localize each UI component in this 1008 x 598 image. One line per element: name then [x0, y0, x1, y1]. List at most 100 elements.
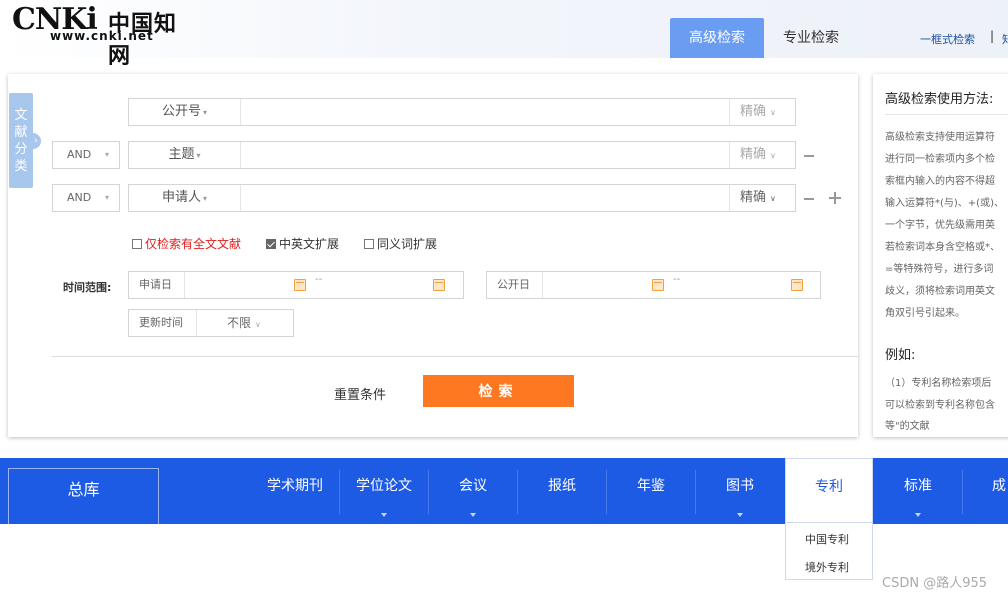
calendar-icon[interactable] [433, 279, 445, 291]
help-example-line: 等"的文献 [885, 421, 930, 432]
field-select-label: 主题 [168, 147, 195, 162]
pub-date-range[interactable]: 公开日 -- [486, 271, 821, 299]
checkbox-icon[interactable] [364, 239, 374, 249]
help-panel: 高级检索使用方法: 高级检索支持使用运算符 进行同一检索项内多个检 索框内输入的… [873, 74, 1008, 437]
nav-item-conferences[interactable]: 会议 [429, 458, 517, 524]
caret-down-icon [381, 513, 387, 517]
caret-down-icon: ▾ [104, 150, 109, 159]
update-time-value-wrap[interactable]: 不限 ∨ [227, 310, 261, 338]
field-select-label: 申请人 [161, 190, 201, 205]
nav-item-dissertations[interactable]: 学位论文 [340, 458, 428, 524]
remove-row-minus-icon[interactable] [804, 155, 814, 157]
help-line: 输入运算符*(与)、+(或)、 [885, 198, 1004, 209]
tab-advanced-search[interactable]: 高级检索 [670, 18, 764, 58]
option-cn-en-expand[interactable]: 中英文扩展 [266, 236, 339, 252]
literature-category-tab[interactable]: 文 献 分 类 › [9, 93, 41, 188]
precision-select-3[interactable]: 精确 ∨ [729, 185, 795, 211]
nav-total-library[interactable]: 总库 [8, 468, 159, 524]
help-line: 角双引号引起来。 [885, 308, 965, 319]
nav-label: 专利 [815, 479, 843, 495]
checkbox-checked-icon[interactable] [266, 239, 276, 249]
menu-item-foreign-patents[interactable]: 境外专利 [805, 559, 849, 575]
field-select-2[interactable]: 主题 ▾ [129, 142, 241, 168]
cnki-logo[interactable]: CNKi 中国知网 www.cnki.net [12, 2, 182, 69]
help-example-title: 例如: [885, 348, 916, 363]
help-line: 歧义，须将检索词用英文 [885, 286, 995, 297]
link-one-box-search[interactable]: 一框式检索 [920, 31, 975, 47]
search-button[interactable]: 检索 [423, 375, 574, 407]
logic-label: AND [67, 148, 92, 161]
precision-select-2[interactable]: 精确 ∨ [729, 142, 795, 168]
nav-item-standards[interactable]: 标准 [874, 458, 962, 524]
sidetab-char-1: 文 [14, 108, 28, 123]
database-nav: 总库 学术期刊 学位论文 会议 报纸 年鉴 图书 专利 标准 成 [0, 458, 1008, 524]
checkbox-icon[interactable] [132, 239, 142, 249]
chevron-down-icon: ∨ [770, 194, 776, 203]
sidetab-char-2: 献 [14, 125, 28, 140]
precision-select-1[interactable]: 精确 ∨ [729, 99, 795, 125]
update-time-select[interactable]: 更新时间 不限 ∨ [128, 309, 294, 337]
pub-date-label: 公开日 [487, 272, 543, 298]
header: CNKi 中国知网 www.cnki.net 高级检索 专业检索 一框式检索 |… [0, 0, 1008, 69]
chevron-down-icon: ∨ [770, 151, 776, 160]
logic-select-2[interactable]: AND ▾ [52, 141, 120, 169]
option-label: 仅检索有全文文献 [145, 237, 242, 251]
sidetab-char-3: 分 [14, 142, 28, 157]
calendar-icon[interactable] [294, 279, 306, 291]
help-title: 高级检索使用方法: [885, 92, 994, 107]
precision-label: 精确 [740, 190, 767, 205]
precision-label: 精确 [740, 104, 767, 119]
nav-item-journals[interactable]: 学术期刊 [251, 458, 339, 524]
option-fulltext-only[interactable]: 仅检索有全文文献 [132, 236, 241, 252]
help-example-line: （1）专利名称检索项后 [885, 378, 992, 389]
link-separator: | [990, 29, 995, 43]
reset-button[interactable]: 重置条件 [334, 384, 386, 403]
logo-url: www.cnki.net [50, 29, 154, 43]
remove-row-minus-icon[interactable] [804, 198, 814, 200]
caret-down-icon: ▾ [196, 151, 201, 160]
nav-item-books[interactable]: 图书 [696, 458, 784, 524]
help-line: 若检索词本身含空格或*、 [885, 242, 1000, 253]
nav-label: 图书 [726, 478, 754, 494]
menu-item-china-patents[interactable]: 中国专利 [805, 531, 849, 547]
update-time-value: 不限 [227, 316, 252, 330]
link-truncated[interactable]: 知 [1002, 31, 1008, 47]
nav-label: 会议 [459, 478, 487, 494]
patent-dropdown-menu: 中国专利 境外专利 [785, 522, 873, 580]
sidetab-char-4: 类 [14, 159, 28, 174]
nav-item-newspapers[interactable]: 报纸 [518, 458, 606, 524]
range-separator: -- [673, 274, 681, 285]
nav-item-patents[interactable]: 专利 [785, 458, 873, 524]
tab-professional-search[interactable]: 专业检索 [770, 18, 852, 58]
option-label: 中英文扩展 [279, 237, 340, 251]
range-separator: -- [315, 274, 323, 285]
calendar-icon[interactable] [791, 279, 803, 291]
help-line: 进行同一检索项内多个检 [885, 154, 995, 165]
search-row-2[interactable]: 主题 ▾ 精确 ∨ [128, 141, 796, 169]
divider [52, 356, 858, 357]
help-line: 索框内输入的内容不得超 [885, 176, 995, 187]
search-row-1[interactable]: 公开号 ▾ 精确 ∨ [128, 98, 796, 126]
search-row-3[interactable]: 申请人 ▾ 精确 ∨ [128, 184, 796, 212]
nav-item-achievements[interactable]: 成 [963, 458, 1008, 524]
field-select-label: 公开号 [161, 104, 201, 119]
plus-icon-v [834, 192, 836, 204]
option-label: 同义词扩展 [377, 237, 438, 251]
logic-select-3[interactable]: AND ▾ [52, 184, 120, 212]
nav-item-yearbooks[interactable]: 年鉴 [607, 458, 695, 524]
apply-date-range[interactable]: 申请日 -- [128, 271, 464, 299]
field-select-1[interactable]: 公开号 ▾ [129, 99, 241, 125]
caret-down-icon: ▾ [203, 108, 208, 117]
nav-label: 成 [992, 478, 1006, 494]
nav-label: 标准 [904, 478, 932, 494]
calendar-icon[interactable] [652, 279, 664, 291]
option-synonym-expand[interactable]: 同义词扩展 [364, 236, 437, 252]
field-select-3[interactable]: 申请人 ▾ [129, 185, 241, 211]
nav-label: 学术期刊 [267, 478, 323, 494]
chevron-down-icon: ∨ [770, 108, 776, 117]
logic-label: AND [67, 191, 92, 204]
time-range-label: 时间范围: [63, 281, 112, 294]
nav-label: 报纸 [548, 478, 576, 494]
watermark: CSDN @路人955 [882, 576, 988, 591]
help-example-line: 可以检索到专利名称包含 [885, 400, 995, 411]
